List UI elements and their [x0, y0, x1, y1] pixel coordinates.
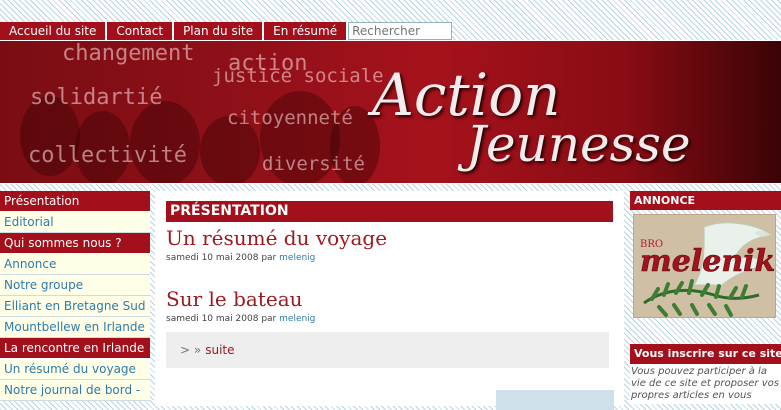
sidebar-item-presentation[interactable]: Présentation: [0, 191, 150, 212]
search-input[interactable]: [348, 22, 453, 40]
banner-word: diversité: [262, 153, 365, 175]
article-author-link[interactable]: melenig: [279, 314, 315, 324]
banner-word: solidartié: [30, 85, 163, 110]
nav-resume[interactable]: En résumé: [264, 22, 349, 40]
article-title[interactable]: Sur le bateau: [166, 287, 303, 311]
annonce-image[interactable]: BRO melenik: [633, 214, 776, 318]
nav-contact[interactable]: Contact: [107, 22, 175, 40]
article-meta: samedi 10 mai 2008 par melenig: [166, 314, 315, 324]
annonce-image-title: melenik: [640, 244, 775, 279]
header-banner: changement action justice sociale solida…: [0, 40, 781, 184]
top-nav: Accueil du site Contact Plan du site En …: [0, 22, 453, 40]
right-sidebar: ANNONCE BRO melenik Vous inscrire sur ce…: [630, 191, 781, 404]
sidebar-item-elliant[interactable]: Elliant en Bretagne Sud: [0, 296, 150, 317]
sidebar-item-qui-sommes-nous[interactable]: Qui sommes nous ?: [0, 233, 150, 254]
banner-word: citoyenneté: [227, 107, 353, 129]
nav-plan[interactable]: Plan du site: [174, 22, 265, 40]
inscrire-text: Vous pouvez participer à la vie de ce si…: [630, 364, 781, 404]
sidebar-item-editorial[interactable]: Editorial: [0, 212, 150, 233]
sidebar-item-rencontre-irlande[interactable]: La rencontre en Irlande: [0, 338, 150, 359]
dove-logo-icon: BRO melenik: [634, 215, 775, 317]
annonce-heading: ANNONCE: [630, 191, 781, 210]
read-more-label: suite: [205, 343, 235, 357]
sidebar-item-journal[interactable]: Notre journal de bord -: [0, 380, 150, 401]
chevron-right-icon: > »: [180, 343, 202, 357]
article-by: par: [261, 253, 277, 263]
read-more-box: > » suite: [166, 332, 609, 368]
article-date: samedi 10 mai 2008: [166, 314, 259, 324]
section-title: PRÉSENTATION: [166, 201, 613, 222]
banner-word: collectivité: [28, 143, 187, 168]
read-more-link[interactable]: > » suite: [180, 343, 235, 357]
article-title[interactable]: Un résumé du voyage: [166, 226, 387, 250]
article-date: samedi 10 mai 2008: [166, 253, 259, 263]
main-content: PRÉSENTATION Un résumé du voyage samedi …: [155, 191, 624, 410]
logo-jeunesse: Jeunesse: [466, 115, 691, 173]
sidebar-item-notre-groupe[interactable]: Notre groupe: [0, 275, 150, 296]
inscrire-heading[interactable]: Vous inscrire sur ce site: [630, 344, 781, 364]
article-image: [496, 390, 614, 410]
article-author-link[interactable]: melenig: [279, 253, 315, 263]
left-sidebar: Présentation Editorial Qui sommes nous ?…: [0, 191, 150, 401]
banner-word: justice sociale: [212, 65, 384, 87]
sidebar-item-resume-voyage[interactable]: Un résumé du voyage: [0, 359, 150, 380]
article-meta: samedi 10 mai 2008 par melenig: [166, 253, 315, 263]
banner-word: changement: [62, 41, 195, 66]
article-by: par: [261, 314, 277, 324]
nav-accueil[interactable]: Accueil du site: [0, 22, 108, 40]
sidebar-item-mountbellew[interactable]: Mountbellew en Irlande: [0, 317, 150, 338]
sidebar-item-annonce[interactable]: Annonce: [0, 254, 150, 275]
